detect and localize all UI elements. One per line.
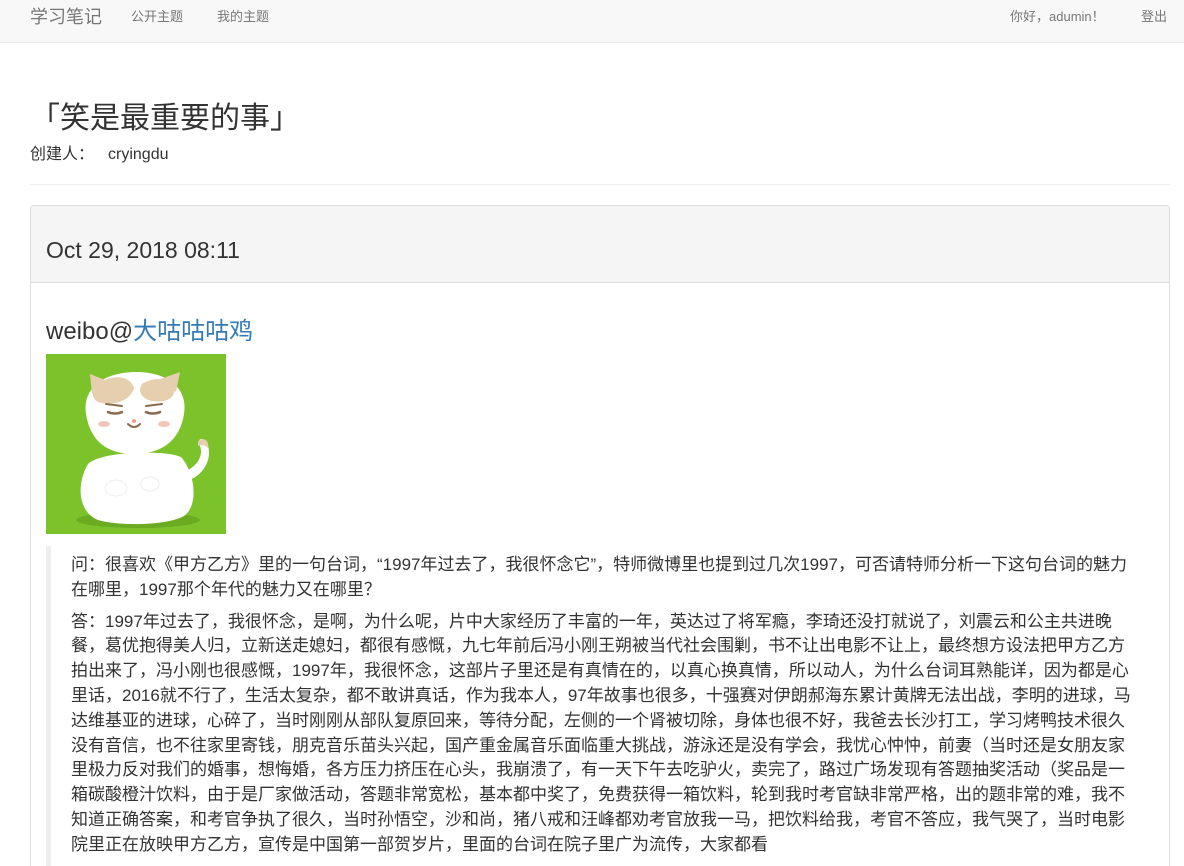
answer-paragraph: 答：1997年过去了，我很怀念，是啊，为什么呢，片中大家经历了丰富的一年，英达过… [71,611,1131,854]
weibo-user-link[interactable]: 大咕咕咕鸡 [133,318,253,345]
entry-panel-heading: Oct 29, 2018 08:11 [31,206,1169,283]
entry-date: Oct 29, 2018 08:11 [46,237,240,263]
topic-creator: 创建人： cryingdu [30,145,169,165]
cat-illustration-image [46,354,226,534]
entry-panel: Oct 29, 2018 08:11 weibo@大咕咕咕鸡 问：很喜欢《甲方乙… [30,205,1170,866]
brand-link[interactable]: 学习笔记 [30,6,102,28]
weibo-prefix: weibo@ [46,318,134,345]
creator-label: 创建人： [30,146,95,163]
page-title: 「笑是最重要的事」 [30,102,300,135]
qa-blockquote: 问：很喜欢《甲方乙方》里的一句台词，“1997年过去了，我很怀念它”，特师微博里… [46,546,1156,866]
nav-public-topics[interactable]: 公开主题 [131,9,183,25]
nav-my-topics[interactable]: 我的主题 [217,9,269,25]
nav-user-greeting[interactable]: 你好，adumin！ [1010,9,1105,25]
question-paragraph: 问：很喜欢《甲方乙方》里的一句台词，“1997年过去了，我很怀念它”，特师微博里… [71,555,1127,599]
creator-name: cryingdu [108,146,169,163]
weibo-credit: weibo@大咕咕咕鸡 [46,317,253,347]
nav-logout[interactable]: 登出 [1141,9,1167,25]
navbar: 学习笔记 公开主题 我的主题 你好，adumin！ 登出 [0,0,1184,43]
header-divider [30,184,1170,185]
